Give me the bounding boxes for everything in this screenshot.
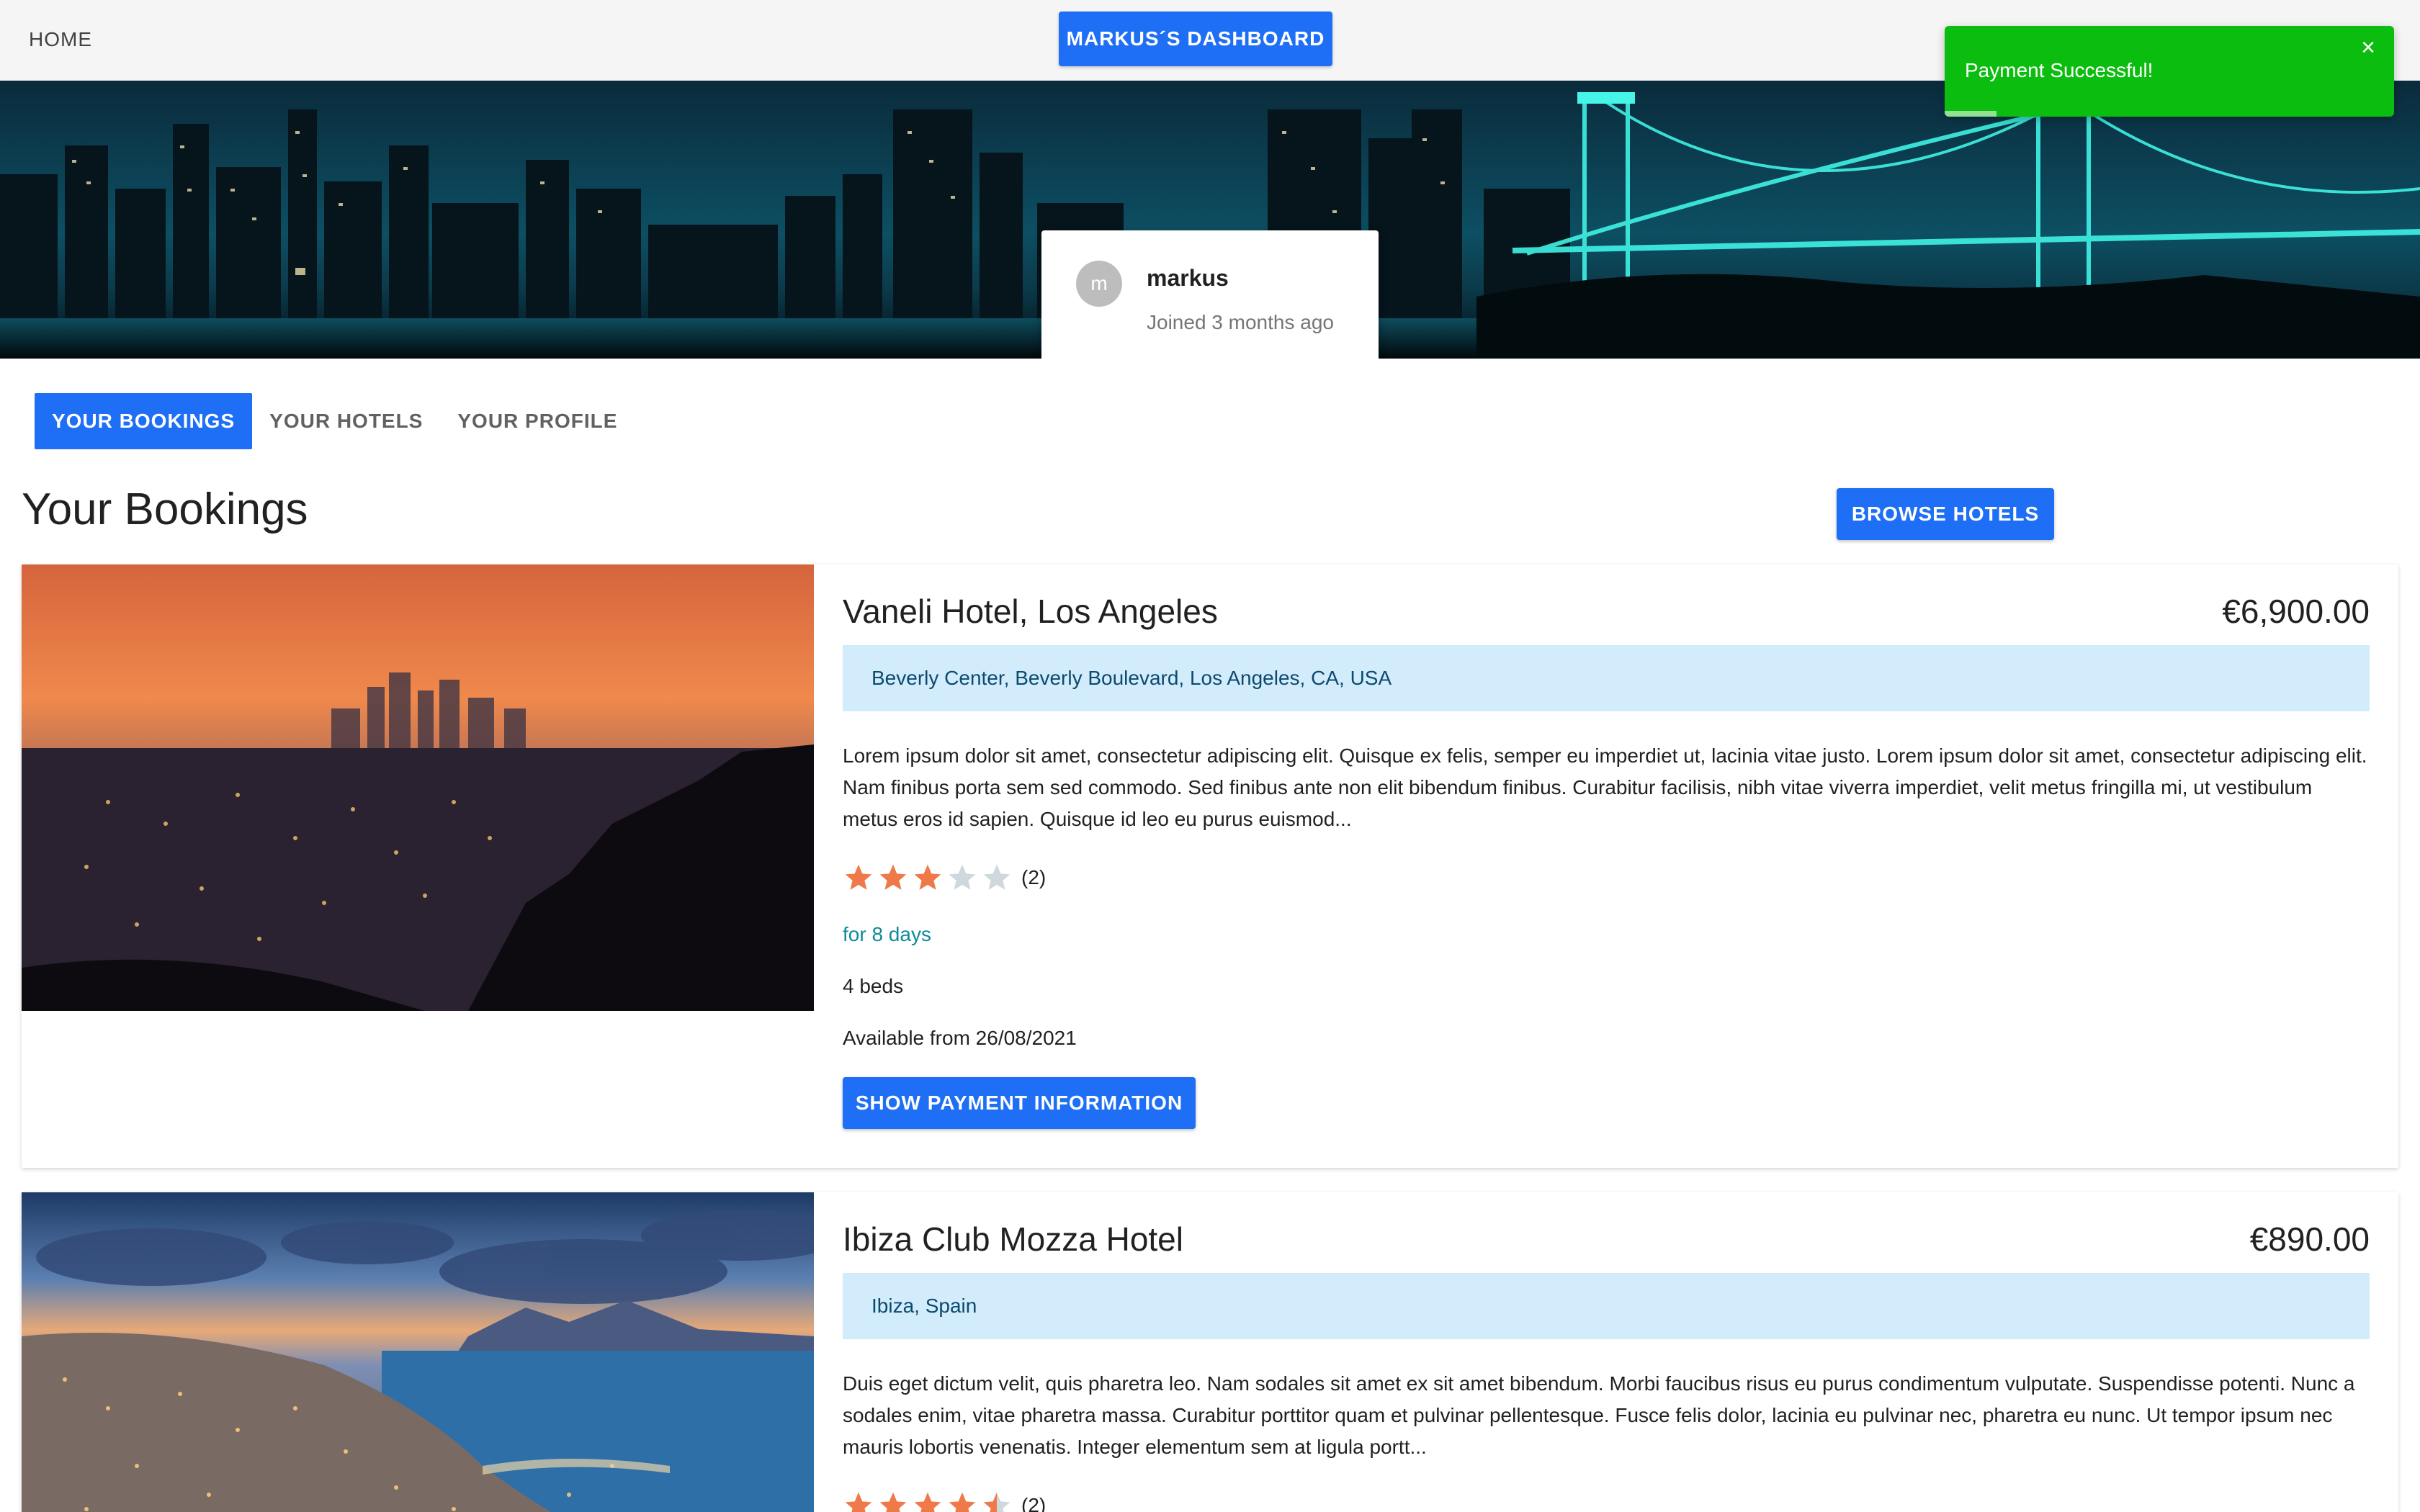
hotel-description: Duis eget dictum velit, quis pharetra le… bbox=[843, 1372, 2355, 1458]
hero-banner: m markus Joined 3 months ago bbox=[0, 81, 2420, 359]
profile-card: m markus Joined 3 months ago bbox=[1041, 230, 1379, 359]
hotel-name: Vaneli Hotel, Los Angeles bbox=[843, 593, 1218, 630]
show-payment-info-button[interactable]: SHOW PAYMENT INFORMATION bbox=[843, 1077, 1196, 1129]
star-rating: (2) bbox=[843, 860, 1046, 896]
hotel-image bbox=[22, 564, 814, 1011]
page-title: Your Bookings bbox=[22, 485, 308, 534]
star-icon bbox=[845, 1492, 872, 1512]
close-icon[interactable]: × bbox=[2355, 35, 2381, 60]
toast-message: Payment Successful! bbox=[1965, 59, 2154, 81]
booking-price: €890.00 bbox=[2249, 1220, 2370, 1258]
dashboard-tabs: YOUR BOOKINGS YOUR HOTELS YOUR PROFILE bbox=[35, 393, 635, 449]
star-half-icon bbox=[983, 1492, 1010, 1512]
payment-success-toast: Payment Successful! × bbox=[1945, 26, 2394, 117]
booking-duration: for 8 days bbox=[843, 923, 931, 945]
booking-card: Ibiza Club Mozza Hotel €890.00 Ibiza, Sp… bbox=[22, 1192, 2398, 1512]
star-icon bbox=[879, 1492, 907, 1512]
toast-progress-bar bbox=[1945, 111, 1996, 117]
rating-count: (2) bbox=[1021, 866, 1047, 888]
bed-count: 4 beds bbox=[843, 975, 904, 997]
tab-your-profile[interactable]: YOUR PROFILE bbox=[440, 393, 635, 449]
browse-hotels-button[interactable]: BROWSE HOTELS bbox=[1837, 488, 2054, 540]
hotel-address: Ibiza, Spain bbox=[843, 1273, 2370, 1339]
star-rating: (2) bbox=[843, 1488, 1046, 1512]
tab-your-bookings[interactable]: YOUR BOOKINGS bbox=[35, 393, 253, 449]
star-icon bbox=[949, 1492, 976, 1512]
star-empty-icon bbox=[949, 864, 976, 890]
hotel-description: Lorem ipsum dolor sit amet, consectetur … bbox=[843, 744, 2367, 830]
coastal-bay-photo bbox=[22, 1192, 814, 1512]
hotel-image bbox=[22, 1192, 814, 1512]
dashboard-button[interactable]: MARKUS´S DASHBOARD bbox=[1059, 12, 1332, 66]
available-date: Available from 26/08/2021 bbox=[843, 1027, 1077, 1049]
tab-your-hotels[interactable]: YOUR HOTELS bbox=[252, 393, 440, 449]
star-icon bbox=[845, 864, 872, 890]
booking-card: Vaneli Hotel, Los Angeles €6,900.00 Beve… bbox=[22, 564, 2398, 1168]
profile-name: markus bbox=[1147, 265, 1229, 291]
avatar: m bbox=[1076, 261, 1122, 307]
star-icon bbox=[914, 1492, 941, 1512]
profile-joined-date: Joined 3 months ago bbox=[1147, 311, 1334, 333]
booking-price: €6,900.00 bbox=[2222, 593, 2370, 630]
star-empty-icon bbox=[983, 864, 1010, 890]
home-link[interactable]: HOME bbox=[29, 22, 92, 58]
star-icon bbox=[879, 864, 907, 890]
sunset-city-photo bbox=[22, 564, 814, 1011]
rating-count: (2) bbox=[1021, 1494, 1047, 1512]
hotel-address: Beverly Center, Beverly Boulevard, Los A… bbox=[843, 645, 2370, 711]
star-icon bbox=[914, 864, 941, 890]
hotel-name: Ibiza Club Mozza Hotel bbox=[843, 1220, 1183, 1258]
